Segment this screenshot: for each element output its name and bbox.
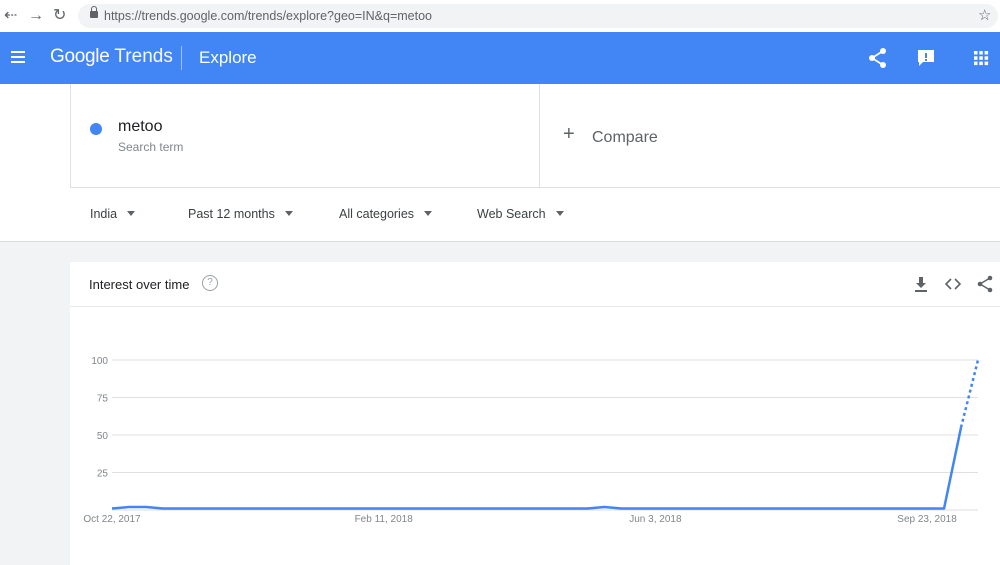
header-divider	[181, 46, 182, 70]
term-color-dot	[90, 123, 102, 135]
compare-label[interactable]: Compare	[592, 129, 658, 147]
x-tick-label: Feb 11, 2018	[355, 514, 414, 525]
category-filter[interactable]: All categories	[339, 207, 433, 221]
chevron-down-icon	[555, 211, 564, 217]
forward-icon[interactable]: →	[28, 6, 44, 26]
y-tick-label: 75	[97, 394, 109, 405]
series-line	[111, 427, 963, 510]
lock-icon	[90, 6, 98, 20]
url-text[interactable]: https://trends.google.com/trends/explore…	[104, 9, 432, 23]
share-icon[interactable]	[867, 47, 889, 69]
filter-bar: India Past 12 months All categories Web …	[0, 188, 1000, 242]
app-header: Google Trends Explore	[0, 32, 1000, 84]
compare-card[interactable]: + Compare	[540, 84, 1000, 188]
y-tick-label: 25	[97, 469, 109, 480]
browser-toolbar: ⇠ → ↻ https://trends.google.com/trends/e…	[0, 0, 1000, 32]
apps-grid-icon[interactable]	[970, 47, 992, 69]
feedback-icon[interactable]	[915, 47, 937, 69]
interest-over-time-card: Interest over time ? 25 50 75 100 Oct 22, 20…	[70, 262, 1000, 565]
search-type-filter[interactable]: Web Search	[477, 207, 564, 221]
chevron-down-icon	[424, 211, 433, 217]
region-filter-label: India	[90, 207, 118, 221]
chevron-down-icon	[284, 211, 293, 217]
chevron-down-icon	[127, 211, 136, 217]
page-title: Explore	[199, 48, 257, 67]
plus-icon[interactable]: +	[563, 124, 575, 144]
search-type-filter-label: Web Search	[477, 207, 546, 221]
menu-icon[interactable]	[11, 51, 25, 63]
logo-google: Google	[50, 46, 110, 67]
search-term-name[interactable]: metoo	[118, 118, 162, 136]
interest-chart: 25 50 75 100 Oct 22, 2017 Feb 11, 2018 Jun 3, …	[83, 356, 980, 525]
reload-icon[interactable]: ↻	[53, 6, 66, 26]
y-tick-label: 100	[91, 356, 108, 367]
search-term-card[interactable]: metoo Search term	[70, 84, 540, 188]
back-icon[interactable]: ⇠	[4, 6, 17, 26]
x-tick-label: Oct 22, 2017	[83, 514, 141, 525]
search-area: metoo Search term + Compare India Past 1…	[0, 84, 1000, 242]
y-tick-label: 50	[97, 431, 109, 442]
x-tick-label: Sep 23, 2018	[897, 514, 957, 525]
bookmark-star-icon[interactable]: ☆	[978, 6, 991, 24]
series-line-partial	[959, 359, 980, 428]
time-filter-label: Past 12 months	[188, 207, 275, 221]
time-filter[interactable]: Past 12 months	[188, 207, 293, 221]
region-filter[interactable]: India	[90, 207, 136, 221]
google-trends-logo[interactable]: Google Trends	[50, 46, 173, 68]
category-filter-label: All categories	[339, 207, 415, 221]
logo-trends: Trends	[114, 46, 173, 67]
search-term-subtitle: Search term	[118, 140, 184, 154]
x-tick-label: Jun 3, 2018	[629, 514, 682, 525]
